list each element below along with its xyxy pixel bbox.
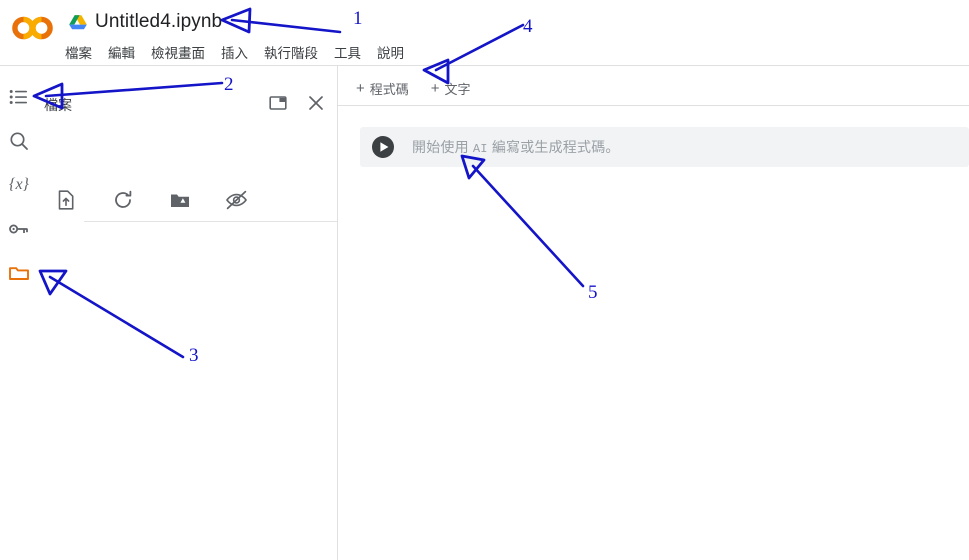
file-panel-header-icons [267,92,327,114]
notebook-title-row[interactable]: Untitled4.ipynb [68,8,222,36]
secrets-key-icon[interactable] [6,216,32,242]
add-code-cell-label: 程式碼 [369,81,409,97]
notebook-title[interactable]: Untitled4.ipynb [95,11,222,33]
cell-placeholder-pre: 開始使用 [412,139,469,155]
files-folder-icon[interactable] [6,260,32,286]
upload-file-icon[interactable] [54,188,78,212]
top-bar: Untitled4.ipynb 檔案 編輯 檢視畫面 插入 執行階段 工具 說明 [0,0,969,66]
mount-drive-icon[interactable] [168,188,192,212]
search-icon[interactable] [6,128,32,154]
cell-placeholder-ai: AI [472,142,488,156]
variables-label: {x} [9,176,29,193]
plus-icon: + [430,79,440,97]
menu-file[interactable]: 檔案 [64,42,93,62]
colab-window: Untitled4.ipynb 檔案 編輯 檢視畫面 插入 執行階段 工具 說明 [0,0,969,560]
toggle-hidden-icon[interactable] [225,188,249,212]
add-text-cell-label: 文字 [444,81,471,97]
variables-icon[interactable]: {x} [6,172,32,198]
run-cell-icon[interactable] [369,133,397,161]
file-panel-title: 檔案 [44,97,72,113]
menu-runtime[interactable]: 執行階段 [263,42,319,62]
add-text-cell-button[interactable]: + 文字 [427,76,475,101]
menu-tools[interactable]: 工具 [333,42,362,62]
file-panel-header: 檔案 [38,78,337,113]
add-cell-bar: + 程式碼 + 文字 [338,75,475,101]
code-cell[interactable]: 開始使用 AI 編寫或生成程式碼。 [360,127,969,167]
file-panel-toolbar [54,188,249,212]
file-panel: 檔案 [38,66,360,560]
add-code-cell-button[interactable]: + 程式碼 [352,76,413,101]
add-cell-bar-divider [338,105,969,106]
menu-edit[interactable]: 編輯 [107,42,136,62]
left-rail: {x} [0,66,38,560]
menu-insert[interactable]: 插入 [220,42,249,62]
table-of-contents-icon[interactable] [6,84,32,110]
plus-icon: + [356,79,365,97]
code-cell-input[interactable]: 開始使用 AI 編寫或生成程式碼。 [412,137,620,157]
close-panel-icon[interactable] [305,92,327,114]
google-drive-icon [68,13,88,31]
file-panel-divider [84,221,360,222]
collapse-panel-icon[interactable] [267,92,289,114]
menu-view[interactable]: 檢視畫面 [150,42,206,62]
refresh-icon[interactable] [111,188,135,212]
colab-logo-icon[interactable] [10,13,56,43]
menu-help[interactable]: 說明 [376,42,405,62]
menu-bar: 檔案 編輯 檢視畫面 插入 執行階段 工具 說明 [64,41,405,63]
cell-placeholder-post: 編寫或生成程式碼。 [491,139,620,155]
notebook-area: + 程式碼 + 文字 開始使用 AI 編寫或生成程式碼。 [338,66,969,560]
